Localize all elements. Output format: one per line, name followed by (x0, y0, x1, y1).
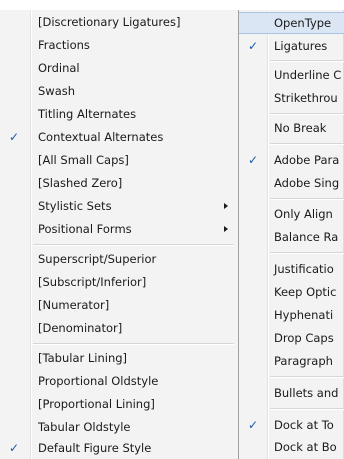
menu-item-discretionary-ligatures[interactable]: [Discretionary Ligatures] (0, 11, 238, 33)
menu-item-justification[interactable]: Justificatio (239, 258, 344, 280)
menu-item-label: [Numerator] (38, 298, 110, 312)
menu-item-fractions[interactable]: Fractions (0, 34, 238, 56)
menu-item-label: Only Align (274, 207, 333, 221)
menu-item-no-break[interactable]: No Break (239, 117, 344, 139)
menu-separator (270, 408, 344, 410)
menu-item-label: Justificatio (274, 262, 334, 276)
menu-item-label: [Discretionary Ligatures] (38, 15, 181, 29)
checkmark-icon: ✓ (8, 130, 20, 144)
menu-item-label: [Tabular Lining] (38, 351, 128, 365)
submenu-arrow-icon (224, 203, 228, 209)
menu-item-titling-alternates[interactable]: Titling Alternates (0, 103, 238, 125)
menu-item-label: Contextual Alternates (38, 130, 164, 144)
menu-item-label: Positional Forms (38, 222, 132, 236)
menu-item-superscript[interactable]: Superscript/Superior (0, 248, 238, 270)
checkmark-icon: ✓ (247, 418, 259, 432)
menu-item-underline-options[interactable]: Underline C (239, 64, 344, 86)
menu-item-label: Dock at Bo (274, 440, 337, 454)
top-strip (0, 0, 344, 10)
menu-item-label: Ligatures (274, 39, 328, 53)
menu-item-adobe-single-line-composer[interactable]: Adobe Sing (239, 172, 344, 194)
menu-item-label: Paragraph (274, 354, 333, 368)
menu-item-label: Bullets and (274, 386, 339, 400)
menu-item-denominator[interactable]: [Denominator] (0, 317, 238, 339)
menu-item-proportional-oldstyle[interactable]: Proportional Oldstyle (0, 370, 238, 392)
menu-item-hyphenation[interactable]: Hyphenati (239, 304, 344, 326)
menu-item-opentype[interactable]: OpenType (239, 12, 344, 34)
menu-item-label: [All Small Caps] (38, 153, 129, 167)
menu-item-numerator[interactable]: [Numerator] (0, 294, 238, 316)
menu-item-adobe-paragraph-composer[interactable]: ✓ Adobe Para (239, 149, 344, 171)
menu-separator (270, 113, 344, 115)
menu-item-label: Dock at To (274, 418, 334, 432)
menu-item-contextual-alternates[interactable]: ✓ Contextual Alternates (0, 126, 238, 148)
menu-item-default-figure-style[interactable]: ✓ Default Figure Style (0, 437, 238, 459)
menu-item-label: Underline C (274, 68, 342, 82)
menu-separator (270, 252, 344, 254)
menu-item-ordinal[interactable]: Ordinal (0, 57, 238, 79)
menu-item-bullets-and-numbering[interactable]: Bullets and (239, 382, 344, 404)
menu-item-label: Balance Ra (274, 230, 339, 244)
menu-separator (33, 244, 234, 246)
menu-item-label: Superscript/Superior (38, 252, 157, 266)
menu-item-label: Proportional Oldstyle (38, 374, 159, 388)
context-menu: OpenType ✓ Ligatures Underline C Striket… (238, 10, 344, 459)
menu-item-paragraph-rules[interactable]: Paragraph (239, 350, 344, 372)
menu-item-drop-caps[interactable]: Drop Caps (239, 327, 344, 349)
menu-item-dock-at-bottom[interactable]: Dock at Bo (239, 436, 344, 458)
menu-item-tabular-lining[interactable]: [Tabular Lining] (0, 347, 238, 369)
checkmark-icon: ✓ (247, 153, 259, 167)
menu-separator (270, 143, 344, 145)
menu-item-subscript[interactable]: [Subscript/Inferior] (0, 271, 238, 293)
menu-separator (270, 198, 344, 200)
menu-item-slashed-zero[interactable]: [Slashed Zero] (0, 172, 238, 194)
menu-item-ligatures[interactable]: ✓ Ligatures (239, 35, 344, 57)
menu-item-label: Drop Caps (274, 331, 334, 345)
menu-item-all-small-caps[interactable]: [All Small Caps] (0, 149, 238, 171)
menu-item-label: Adobe Sing (274, 176, 340, 190)
menu-item-label: [Proportional Lining] (38, 397, 155, 411)
menu-item-label: No Break (274, 121, 327, 135)
menu-item-label: [Subscript/Inferior] (38, 275, 147, 289)
menu-item-label: Fractions (38, 38, 90, 52)
menu-item-positional-forms[interactable]: Positional Forms (0, 218, 238, 240)
opentype-submenu: [Discretionary Ligatures] Fractions Ordi… (0, 10, 238, 459)
menu-item-tabular-oldstyle[interactable]: Tabular Oldstyle (0, 416, 238, 438)
submenu-arrow-icon (224, 226, 228, 232)
menu-item-label: Adobe Para (274, 153, 340, 167)
menu-separator (33, 343, 234, 345)
menu-item-label: Tabular Oldstyle (38, 420, 131, 434)
menu-item-dock-at-top[interactable]: ✓ Dock at To (239, 414, 344, 436)
menu-item-label: Hyphenati (274, 308, 334, 322)
checkmark-icon: ✓ (247, 39, 259, 53)
menu-item-label: Ordinal (38, 61, 80, 75)
menu-item-label: Strikethrou (274, 91, 338, 105)
menu-item-keep-options[interactable]: Keep Optic (239, 281, 344, 303)
menu-item-swash[interactable]: Swash (0, 80, 238, 102)
menu-separator (270, 376, 344, 378)
menu-item-label: [Denominator] (38, 321, 123, 335)
menu-item-label: Stylistic Sets (38, 199, 112, 213)
menu-item-stylistic-sets[interactable]: Stylistic Sets (0, 195, 238, 217)
menu-item-strikethrough-options[interactable]: Strikethrou (239, 87, 344, 109)
menu-item-label: OpenType (274, 16, 332, 30)
menu-item-proportional-lining[interactable]: [Proportional Lining] (0, 393, 238, 415)
menu-item-label: [Slashed Zero] (38, 176, 123, 190)
checkmark-icon: ✓ (8, 441, 20, 455)
menu-item-label: Keep Optic (274, 285, 337, 299)
menu-item-balance-ragged-lines[interactable]: Balance Ra (239, 226, 344, 248)
menu-item-label: Default Figure Style (38, 441, 152, 455)
menu-item-label: Titling Alternates (38, 107, 137, 121)
menu-item-only-align-first-line[interactable]: Only Align (239, 203, 344, 225)
menu-item-label: Swash (38, 84, 76, 98)
menu-separator (270, 60, 344, 62)
